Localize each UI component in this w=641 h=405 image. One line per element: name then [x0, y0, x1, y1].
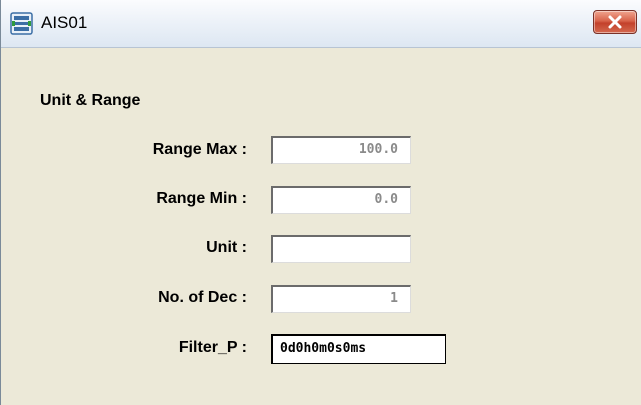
section-title: Unit & Range — [40, 92, 141, 109]
range-max-field[interactable]: 100.0 — [271, 136, 411, 164]
filter-p-field[interactable]: 0d0h0m0s0ms — [271, 334, 446, 364]
decimal-places-field[interactable]: 1 — [271, 285, 411, 313]
unit-label: Unit : — [206, 239, 247, 256]
dialog-content: Unit & Range Range Max : 100.0 Range Min… — [1, 49, 641, 405]
window-title: AIS01 — [41, 13, 88, 32]
range-max-label: Range Max : — [152, 141, 247, 158]
range-min-label: Range Min : — [156, 190, 247, 207]
unit-field[interactable] — [271, 235, 411, 263]
close-icon — [608, 15, 622, 29]
properties-window: AIS01 Unit & Range Range Max : 100.0 Ran… — [0, 0, 641, 405]
tag-icon — [10, 12, 33, 35]
filter-p-label: Filter_P : — [178, 339, 247, 356]
title-bar[interactable]: AIS01 — [1, 0, 641, 48]
decimal-places-label: No. of Dec : — [158, 289, 247, 306]
range-min-field[interactable]: 0.0 — [271, 186, 411, 214]
close-button[interactable] — [593, 10, 637, 34]
